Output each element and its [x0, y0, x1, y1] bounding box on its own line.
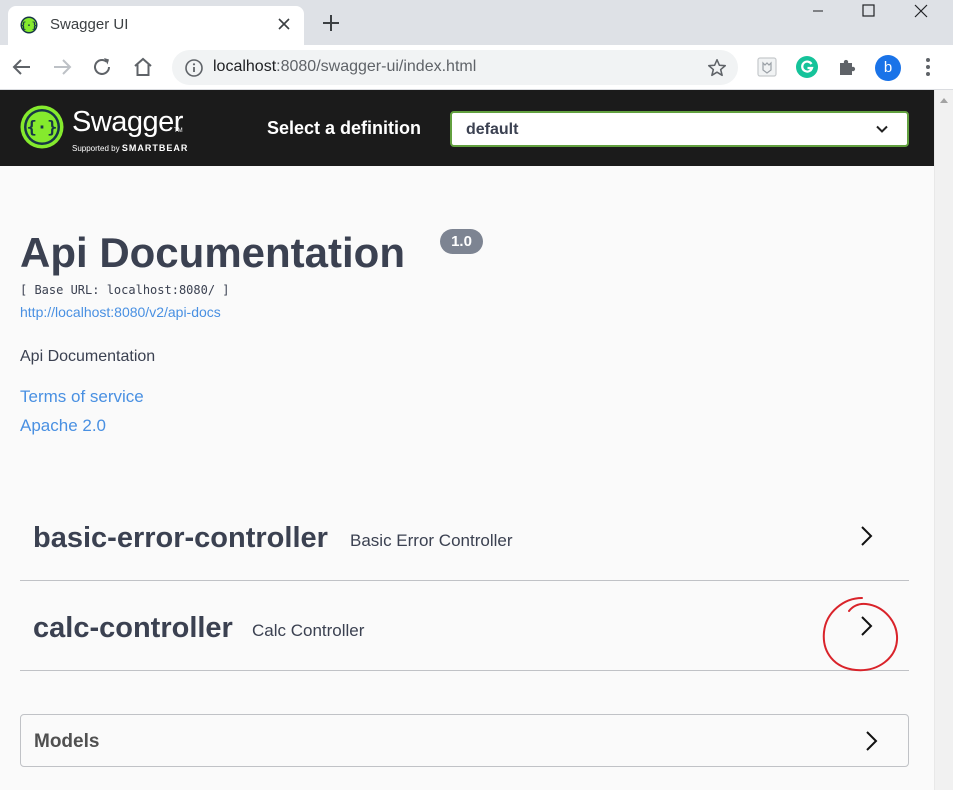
chevron-right-icon[interactable] — [854, 524, 878, 548]
api-title: Api Documentation — [20, 229, 405, 276]
forward-arrow-icon[interactable] — [50, 55, 74, 79]
smartbear-brand: SMARTBEAR — [121, 143, 189, 153]
close-icon[interactable] — [274, 14, 294, 34]
minimize-icon[interactable] — [795, 0, 841, 28]
page-scrollbar[interactable] — [934, 90, 953, 790]
address-bar[interactable]: localhost:8080/swagger-ui/index.html — [172, 50, 738, 85]
models-title: Models — [34, 731, 100, 752]
chevron-right-icon[interactable] — [859, 729, 883, 753]
url-text[interactable]: localhost:8080/swagger-ui/index.html — [213, 58, 476, 76]
window-close-icon[interactable] — [898, 0, 944, 28]
info-icon[interactable] — [184, 58, 204, 78]
base-url: [ Base URL: localhost:8080/ ] — [20, 283, 230, 297]
terms-of-service-link[interactable]: Terms of service — [20, 387, 144, 407]
trademark-mark: TM — [174, 128, 183, 134]
tag-name: calc-controller — [33, 612, 233, 644]
url-host: localhost — [213, 58, 277, 75]
browser-tab[interactable]: {·} Swagger UI — [8, 6, 304, 45]
tag-name: basic-error-controller — [33, 522, 328, 554]
swagger-topbar: {·} Swagger TM Supported by SMARTBEAR Se… — [0, 90, 934, 166]
definition-select-value: default — [466, 121, 519, 138]
scroll-up-arrow-icon[interactable] — [939, 96, 949, 104]
definition-label: Select a definition — [267, 118, 422, 138]
license-link[interactable]: Apache 2.0 — [20, 416, 106, 436]
puzzle-icon[interactable] — [836, 55, 860, 79]
swagger-logo-text: Swagger — [72, 106, 183, 138]
tag-description: Basic Error Controller — [350, 531, 513, 550]
logo-tagline: Supported by SMARTBEAR — [72, 143, 188, 153]
browser-toolbar: localhost:8080/swagger-ui/index.html b — [0, 45, 953, 90]
home-icon[interactable] — [131, 55, 155, 79]
api-docs-link[interactable]: http://localhost:8080/v2/api-docs — [20, 304, 221, 320]
logo-tagline-prefix: Supported by — [72, 144, 120, 153]
back-arrow-icon[interactable] — [10, 55, 34, 79]
browser-tab-strip: {·} Swagger UI — [0, 0, 953, 45]
star-icon[interactable] — [706, 57, 728, 79]
version-badge: 1.0 — [440, 229, 483, 254]
swagger-logo-icon[interactable]: {·} — [20, 105, 64, 149]
url-path: :8080/swagger-ui/index.html — [276, 58, 477, 75]
svg-text:{·}: {·} — [21, 22, 37, 32]
models-section[interactable]: Models — [20, 714, 909, 767]
profile-avatar[interactable]: b — [875, 55, 901, 81]
tag-calc-controller[interactable]: calc-controller Calc Controller — [20, 582, 909, 671]
reload-icon[interactable] — [90, 55, 114, 79]
plus-icon[interactable] — [320, 12, 342, 34]
tag-description: Calc Controller — [252, 621, 365, 640]
chevron-right-icon[interactable] — [854, 614, 878, 638]
definition-select[interactable]: default — [450, 111, 909, 147]
grammarly-icon[interactable] — [795, 55, 819, 79]
tag-basic-error-controller[interactable]: basic-error-controller Basic Error Contr… — [20, 492, 909, 581]
swagger-favicon-icon: {·} — [20, 16, 38, 34]
more-vertical-icon[interactable] — [916, 55, 940, 79]
svg-text:{·}: {·} — [27, 118, 58, 138]
tab-title: Swagger UI — [50, 16, 129, 33]
maximize-icon[interactable] — [845, 0, 891, 28]
api-description: Api Documentation — [20, 348, 156, 365]
chevron-down-icon — [876, 125, 888, 133]
extension-box-icon[interactable] — [755, 55, 779, 79]
